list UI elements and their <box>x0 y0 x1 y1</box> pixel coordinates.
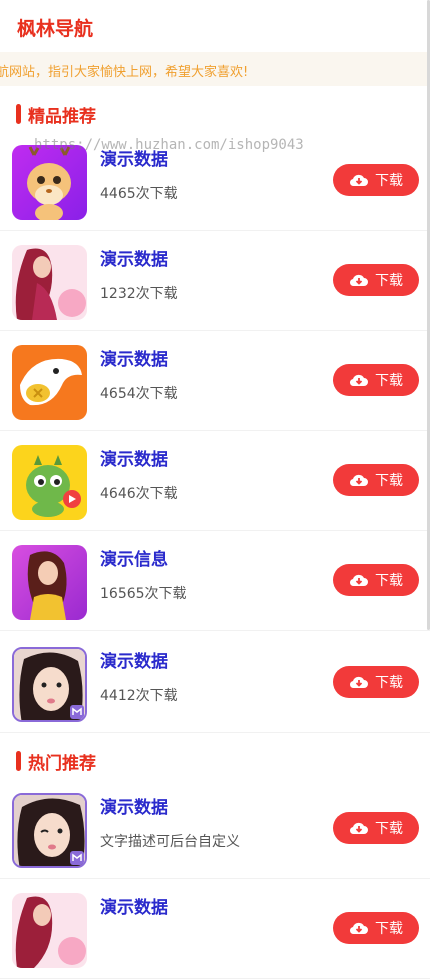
app-list-item[interactable]: 演示数据 下载 <box>0 879 430 979</box>
download-count: 4465次下载 <box>100 186 178 202</box>
announcement-text: 航网站，指引大家愉快上网，希望大家喜欢! <box>0 65 249 80</box>
app-title: 枫林导航 <box>17 18 94 40</box>
download-button[interactable]: 下载 <box>333 812 419 844</box>
download-button[interactable]: 下载 <box>333 666 419 698</box>
download-label: 下载 <box>375 173 403 189</box>
app-description: 文字描述可后台自定义 <box>100 834 240 850</box>
cloud-download-icon <box>349 274 368 287</box>
cloud-download-icon <box>349 174 368 187</box>
app-list-item[interactable]: 演示数据 4646次下载 下载 <box>0 431 430 531</box>
woman-pink-icon <box>12 893 87 968</box>
download-button[interactable]: 下载 <box>333 364 419 396</box>
download-button[interactable]: 下载 <box>333 912 419 944</box>
shark-orange-icon <box>12 345 87 420</box>
app-name[interactable]: 演示信息 <box>100 545 168 570</box>
download-count: 4654次下载 <box>100 386 178 402</box>
app-list-item[interactable]: 演示数据 1232次下载 下载 <box>0 231 430 331</box>
app-name[interactable]: 演示数据 <box>100 793 168 818</box>
girl-portrait-icon <box>12 793 87 868</box>
download-label: 下载 <box>375 821 403 837</box>
cloud-download-icon <box>349 676 368 689</box>
download-label: 下载 <box>375 675 403 691</box>
woman-purple-icon <box>12 545 87 620</box>
download-button[interactable]: 下载 <box>333 264 419 296</box>
app-list-item[interactable]: 演示数据 文字描述可后台自定义 下载 <box>0 779 430 879</box>
section-title: 热门推荐 <box>28 754 96 774</box>
girl-portrait-icon <box>12 647 87 722</box>
download-button[interactable]: 下载 <box>333 464 419 496</box>
download-label: 下载 <box>375 573 403 589</box>
app-name[interactable]: 演示数据 <box>100 647 168 672</box>
section-featured-header: 精品推荐 <box>0 94 430 134</box>
download-button[interactable]: 下载 <box>333 564 419 596</box>
app-name[interactable]: 演示数据 <box>100 245 168 270</box>
section-marker <box>16 104 21 124</box>
section-title: 精品推荐 <box>28 107 96 127</box>
section-hot-header: 热门推荐 <box>0 741 430 781</box>
download-label: 下载 <box>375 921 403 937</box>
app-name[interactable]: 演示数据 <box>100 445 168 470</box>
app-list-item[interactable]: 演示数据 4465次下载 下载 <box>0 131 430 231</box>
cloud-download-icon <box>349 374 368 387</box>
top-bar: 枫林导航 <box>0 0 430 52</box>
download-count: 4646次下载 <box>100 486 178 502</box>
app-list-item[interactable]: 演示信息 16565次下载 下载 <box>0 531 430 631</box>
download-count: 4412次下载 <box>100 688 178 704</box>
announcement-marquee: 航网站，指引大家愉快上网，希望大家喜欢! <box>0 52 430 86</box>
woman-pink-icon <box>12 245 87 320</box>
deer-cartoon-icon <box>12 145 87 220</box>
download-label: 下载 <box>375 373 403 389</box>
cloud-download-icon <box>349 574 368 587</box>
download-label: 下载 <box>375 273 403 289</box>
download-button[interactable]: 下载 <box>333 164 419 196</box>
cloud-download-icon <box>349 822 368 835</box>
app-name[interactable]: 演示数据 <box>100 145 168 170</box>
app-list-item[interactable]: 演示数据 4654次下载 下载 <box>0 331 430 431</box>
cloud-download-icon <box>349 922 368 935</box>
section-marker <box>16 751 21 771</box>
cloud-download-icon <box>349 474 368 487</box>
download-count: 16565次下载 <box>100 586 187 602</box>
app-list-item[interactable]: 演示数据 4412次下载 下载 <box>0 633 430 733</box>
download-count: 1232次下载 <box>100 286 178 302</box>
app-name[interactable]: 演示数据 <box>100 893 168 918</box>
app-name[interactable]: 演示数据 <box>100 345 168 370</box>
dragon-yellow-icon <box>12 445 87 520</box>
download-label: 下载 <box>375 473 403 489</box>
